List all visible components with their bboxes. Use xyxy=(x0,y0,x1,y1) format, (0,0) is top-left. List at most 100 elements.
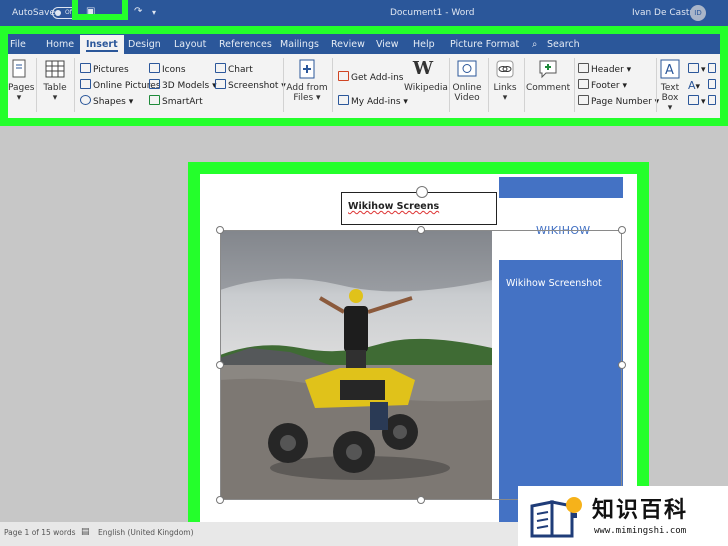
text-box-label: Text Box xyxy=(660,83,680,103)
drop-cap-icon xyxy=(688,95,699,105)
my-addins-button[interactable]: My Add-ins ▾ xyxy=(338,95,408,107)
document-title: Document1 - Word xyxy=(390,8,475,18)
comment-button[interactable]: Comment xyxy=(526,58,570,93)
smartart-icon xyxy=(149,95,160,105)
resize-handle-top-right[interactable] xyxy=(618,226,626,234)
page-number-button[interactable]: Page Number ▾ xyxy=(578,95,659,107)
tab-search[interactable]: Search xyxy=(547,39,580,50)
wordart-button[interactable]: A▾ xyxy=(688,79,700,92)
word-count[interactable]: 5 words xyxy=(46,528,76,537)
cube-icon xyxy=(149,79,160,89)
add-from-files-button[interactable]: Add from Files ▾ xyxy=(286,58,328,103)
header-button[interactable]: Header ▾ xyxy=(578,63,631,75)
ribbon: File Home Insert Design Layout Reference… xyxy=(0,26,728,126)
tab-home[interactable]: Home xyxy=(46,39,74,50)
tab-references[interactable]: References xyxy=(219,39,272,50)
resize-handle-bottom-left[interactable] xyxy=(216,496,224,504)
smartart-label: SmartArt xyxy=(162,97,203,107)
tab-picture-format[interactable]: Picture Format xyxy=(450,39,519,50)
resize-handle-bottom[interactable] xyxy=(417,496,425,504)
table-label: Table xyxy=(43,83,67,93)
chevron-down-icon: ▾ xyxy=(52,93,58,103)
online-video-label: Online Video xyxy=(452,83,482,103)
object-icon[interactable] xyxy=(708,95,718,107)
picture-icon xyxy=(80,63,91,73)
chart-button[interactable]: Chart xyxy=(215,63,253,75)
resize-handle-left[interactable] xyxy=(216,361,224,369)
user-name[interactable]: Ivan De Castro xyxy=(632,8,698,18)
pictures-button[interactable]: Pictures xyxy=(80,63,129,75)
customize-toolbar-icon[interactable]: ▾ xyxy=(152,8,156,17)
tab-review[interactable]: Review xyxy=(331,39,365,50)
document-page[interactable]: WIKIHOW Wikihow Screenshot Wikihow Scree… xyxy=(200,174,637,527)
quick-parts-button[interactable]: ▾ xyxy=(688,63,706,75)
rotate-handle-icon[interactable] xyxy=(416,186,428,198)
links-label: Links xyxy=(493,83,517,93)
table-button[interactable]: Table ▾ xyxy=(40,58,70,103)
date-time-icon[interactable] xyxy=(708,79,718,91)
tab-mailings[interactable]: Mailings xyxy=(280,39,319,50)
table-icon xyxy=(45,60,65,78)
redo-icon[interactable]: ↷ xyxy=(134,6,142,17)
links-button[interactable]: Links ▾ xyxy=(492,58,518,103)
link-icon xyxy=(496,60,514,78)
screenshot-button[interactable]: Screenshot ▾ xyxy=(215,79,286,91)
text-box-content[interactable]: Wikihow Screens xyxy=(348,201,439,212)
pages-button[interactable]: Pages ▾ xyxy=(8,58,34,103)
icons-button[interactable]: Icons xyxy=(149,63,186,75)
page-number-label: Page Number xyxy=(591,97,652,107)
page-count[interactable]: Page 1 of 1 xyxy=(4,528,46,537)
get-addins-button[interactable]: Get Add-ins xyxy=(338,71,403,83)
3d-models-label: 3D Models xyxy=(162,81,210,91)
tab-layout[interactable]: Layout xyxy=(174,39,206,50)
svg-text:A: A xyxy=(665,63,674,78)
shapes-button[interactable]: Shapes ▾ xyxy=(80,95,133,107)
add-from-files-label: Add from Files xyxy=(286,83,328,103)
drop-cap-button[interactable]: ▾ xyxy=(688,95,706,107)
search-icon[interactable]: ⌕ xyxy=(532,39,537,50)
avatar[interactable]: ID xyxy=(690,5,706,21)
text-box-button[interactable]: A Text Box ▾ xyxy=(658,58,682,113)
tab-view[interactable]: View xyxy=(376,39,399,50)
tab-insert[interactable]: Insert xyxy=(80,35,124,54)
my-addins-label: My Add-ins xyxy=(351,97,401,107)
image-selection-frame[interactable] xyxy=(220,230,622,500)
globe-picture-icon xyxy=(80,79,91,89)
tab-help[interactable]: Help xyxy=(413,39,435,50)
resize-handle-top[interactable] xyxy=(417,226,425,234)
shapes-icon xyxy=(80,95,91,105)
highlight-marker xyxy=(72,0,128,20)
resize-handle-right[interactable] xyxy=(618,361,626,369)
watermark-title: 知识百科 xyxy=(592,498,689,523)
page-number-icon xyxy=(578,95,589,105)
resize-handle-top-left[interactable] xyxy=(216,226,224,234)
icons-icon xyxy=(149,63,160,73)
header-icon xyxy=(578,63,589,73)
document-page-highlight: WIKIHOW Wikihow Screenshot Wikihow Scree… xyxy=(188,162,649,539)
3d-models-button[interactable]: 3D Models ▾ xyxy=(149,79,217,91)
book-lightbulb-icon xyxy=(530,497,582,538)
person-addin-icon xyxy=(338,95,349,105)
footer-icon xyxy=(578,79,589,89)
smartart-button[interactable]: SmartArt xyxy=(149,95,203,107)
online-video-button[interactable]: Online Video xyxy=(452,58,482,103)
language-indicator[interactable]: English (United Kingdom) xyxy=(98,528,194,537)
tab-file[interactable]: File xyxy=(10,39,26,50)
wikipedia-button[interactable]: W Wikipedia xyxy=(404,58,448,93)
header-label: Header xyxy=(591,65,624,75)
document-add-icon xyxy=(299,59,315,79)
pages-icon xyxy=(12,59,26,78)
store-icon xyxy=(338,71,349,81)
footer-label: Footer xyxy=(591,81,620,91)
comment-label: Comment xyxy=(526,83,571,93)
screenshot-icon xyxy=(215,79,226,89)
watermark-url: www.mimingshi.com xyxy=(594,526,687,536)
blue-header-block[interactable] xyxy=(499,177,623,198)
signature-line-icon[interactable] xyxy=(708,63,718,75)
ribbon-tabs: File Home Insert Design Layout Reference… xyxy=(8,34,720,54)
proofing-icon[interactable]: ▤ xyxy=(81,527,90,537)
tab-design[interactable]: Design xyxy=(128,39,161,50)
footer-button[interactable]: Footer ▾ xyxy=(578,79,627,91)
chart-label: Chart xyxy=(228,65,253,75)
screenshot-label: Screenshot xyxy=(228,81,279,91)
